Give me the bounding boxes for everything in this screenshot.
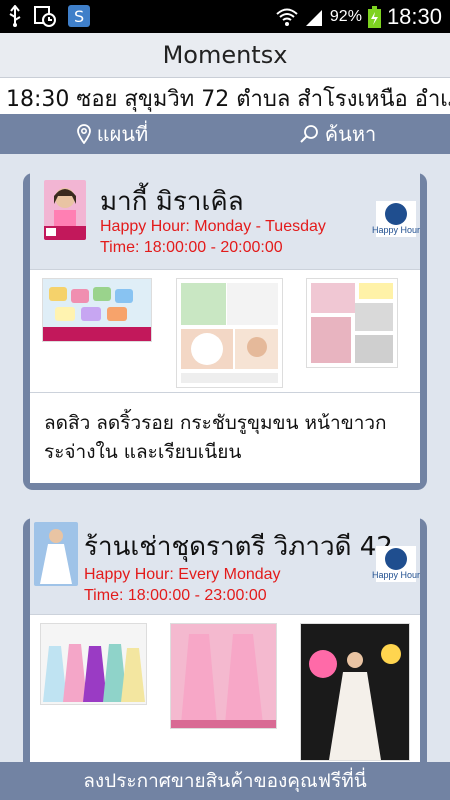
status-bar: S 92% 18:30 bbox=[0, 0, 450, 33]
battery-icon bbox=[367, 6, 381, 28]
usb-icon bbox=[9, 5, 21, 27]
product-photo[interactable] bbox=[40, 623, 147, 705]
battery-percent: 92% bbox=[329, 8, 362, 25]
product-photo[interactable] bbox=[42, 278, 152, 342]
shop-avatar bbox=[34, 522, 78, 586]
nav-bar: แผนที่ ค้นหา bbox=[0, 114, 450, 154]
shop-name: ร้านเช่าชุดราตรี วิภาวดี 42 bbox=[84, 532, 393, 562]
post-ad-label: ลงประกาศขายสินค้าของคุณฟรีที่นี่ bbox=[83, 770, 367, 792]
notification-icons: S bbox=[8, 5, 90, 27]
app-title: Momentsx bbox=[162, 41, 288, 69]
map-pin-icon bbox=[76, 124, 91, 144]
shop-description: ลดสิว ลดริ้วรอย กระชับรูขุมขน หน้าขาวกระ… bbox=[30, 393, 420, 483]
shop-name: มากี้ มิราเคิล bbox=[100, 187, 244, 217]
svg-text:S: S bbox=[74, 7, 84, 26]
happy-hour-time: Time: 18:00:00 - 23:00:00 bbox=[84, 587, 267, 604]
app-notification-icon: S bbox=[68, 5, 90, 27]
title-bar: Momentsx bbox=[0, 33, 450, 78]
listing-feed[interactable]: มากี้ มิราเคิล Happy Hour: Monday - Tues… bbox=[0, 154, 450, 762]
card-header: มากี้ มิราเคิล Happy Hour: Monday - Tues… bbox=[30, 173, 420, 269]
address-ticker: 18:30 ซอย สุขุมวิท 72 ตำบล สำโรงเหนือ อำ… bbox=[0, 78, 450, 113]
photo-strip bbox=[30, 269, 420, 393]
search-icon bbox=[300, 125, 318, 143]
search-label: ค้นหา bbox=[324, 122, 377, 146]
happy-hour-badge: Happy Hour bbox=[372, 546, 420, 582]
shop-avatar bbox=[44, 180, 86, 240]
post-ad-button[interactable]: ลงประกาศขายสินค้าของคุณฟรีที่นี่ bbox=[0, 762, 450, 800]
happy-hour-icon bbox=[385, 548, 407, 570]
shop-card[interactable]: ร้านเช่าชุดราตรี วิภาวดี 42 Happy Hour: … bbox=[23, 518, 427, 762]
product-photo[interactable] bbox=[300, 623, 410, 761]
happy-hour-days: Happy Hour: Every Monday bbox=[84, 566, 281, 583]
card-header: ร้านเช่าชุดราตรี วิภาวดี 42 Happy Hour: … bbox=[30, 518, 420, 614]
shop-card[interactable]: มากี้ มิราเคิล Happy Hour: Monday - Tues… bbox=[23, 173, 427, 490]
happy-hour-days: Happy Hour: Monday - Tuesday bbox=[100, 218, 326, 235]
wifi-icon bbox=[276, 8, 298, 26]
happy-hour-icon bbox=[385, 203, 407, 225]
product-photo[interactable] bbox=[176, 278, 283, 388]
image-notification-icon bbox=[34, 6, 56, 27]
product-photo[interactable] bbox=[170, 623, 277, 729]
map-button[interactable]: แผนที่ bbox=[0, 114, 225, 154]
signal-icon bbox=[305, 10, 322, 26]
clock: 18:30 bbox=[386, 4, 442, 29]
happy-hour-badge: Happy Hour bbox=[372, 201, 420, 237]
search-button[interactable]: ค้นหา bbox=[225, 114, 450, 154]
happy-hour-time: Time: 18:00:00 - 20:00:00 bbox=[100, 239, 283, 256]
system-status: 92% 18:30 bbox=[276, 4, 442, 30]
photo-strip bbox=[30, 614, 420, 762]
product-photo[interactable] bbox=[306, 278, 398, 368]
map-label: แผนที่ bbox=[96, 122, 149, 146]
ticker-text: 18:30 ซอย สุขุมวิท 72 ตำบล สำโรงเหนือ อำ… bbox=[6, 87, 450, 112]
